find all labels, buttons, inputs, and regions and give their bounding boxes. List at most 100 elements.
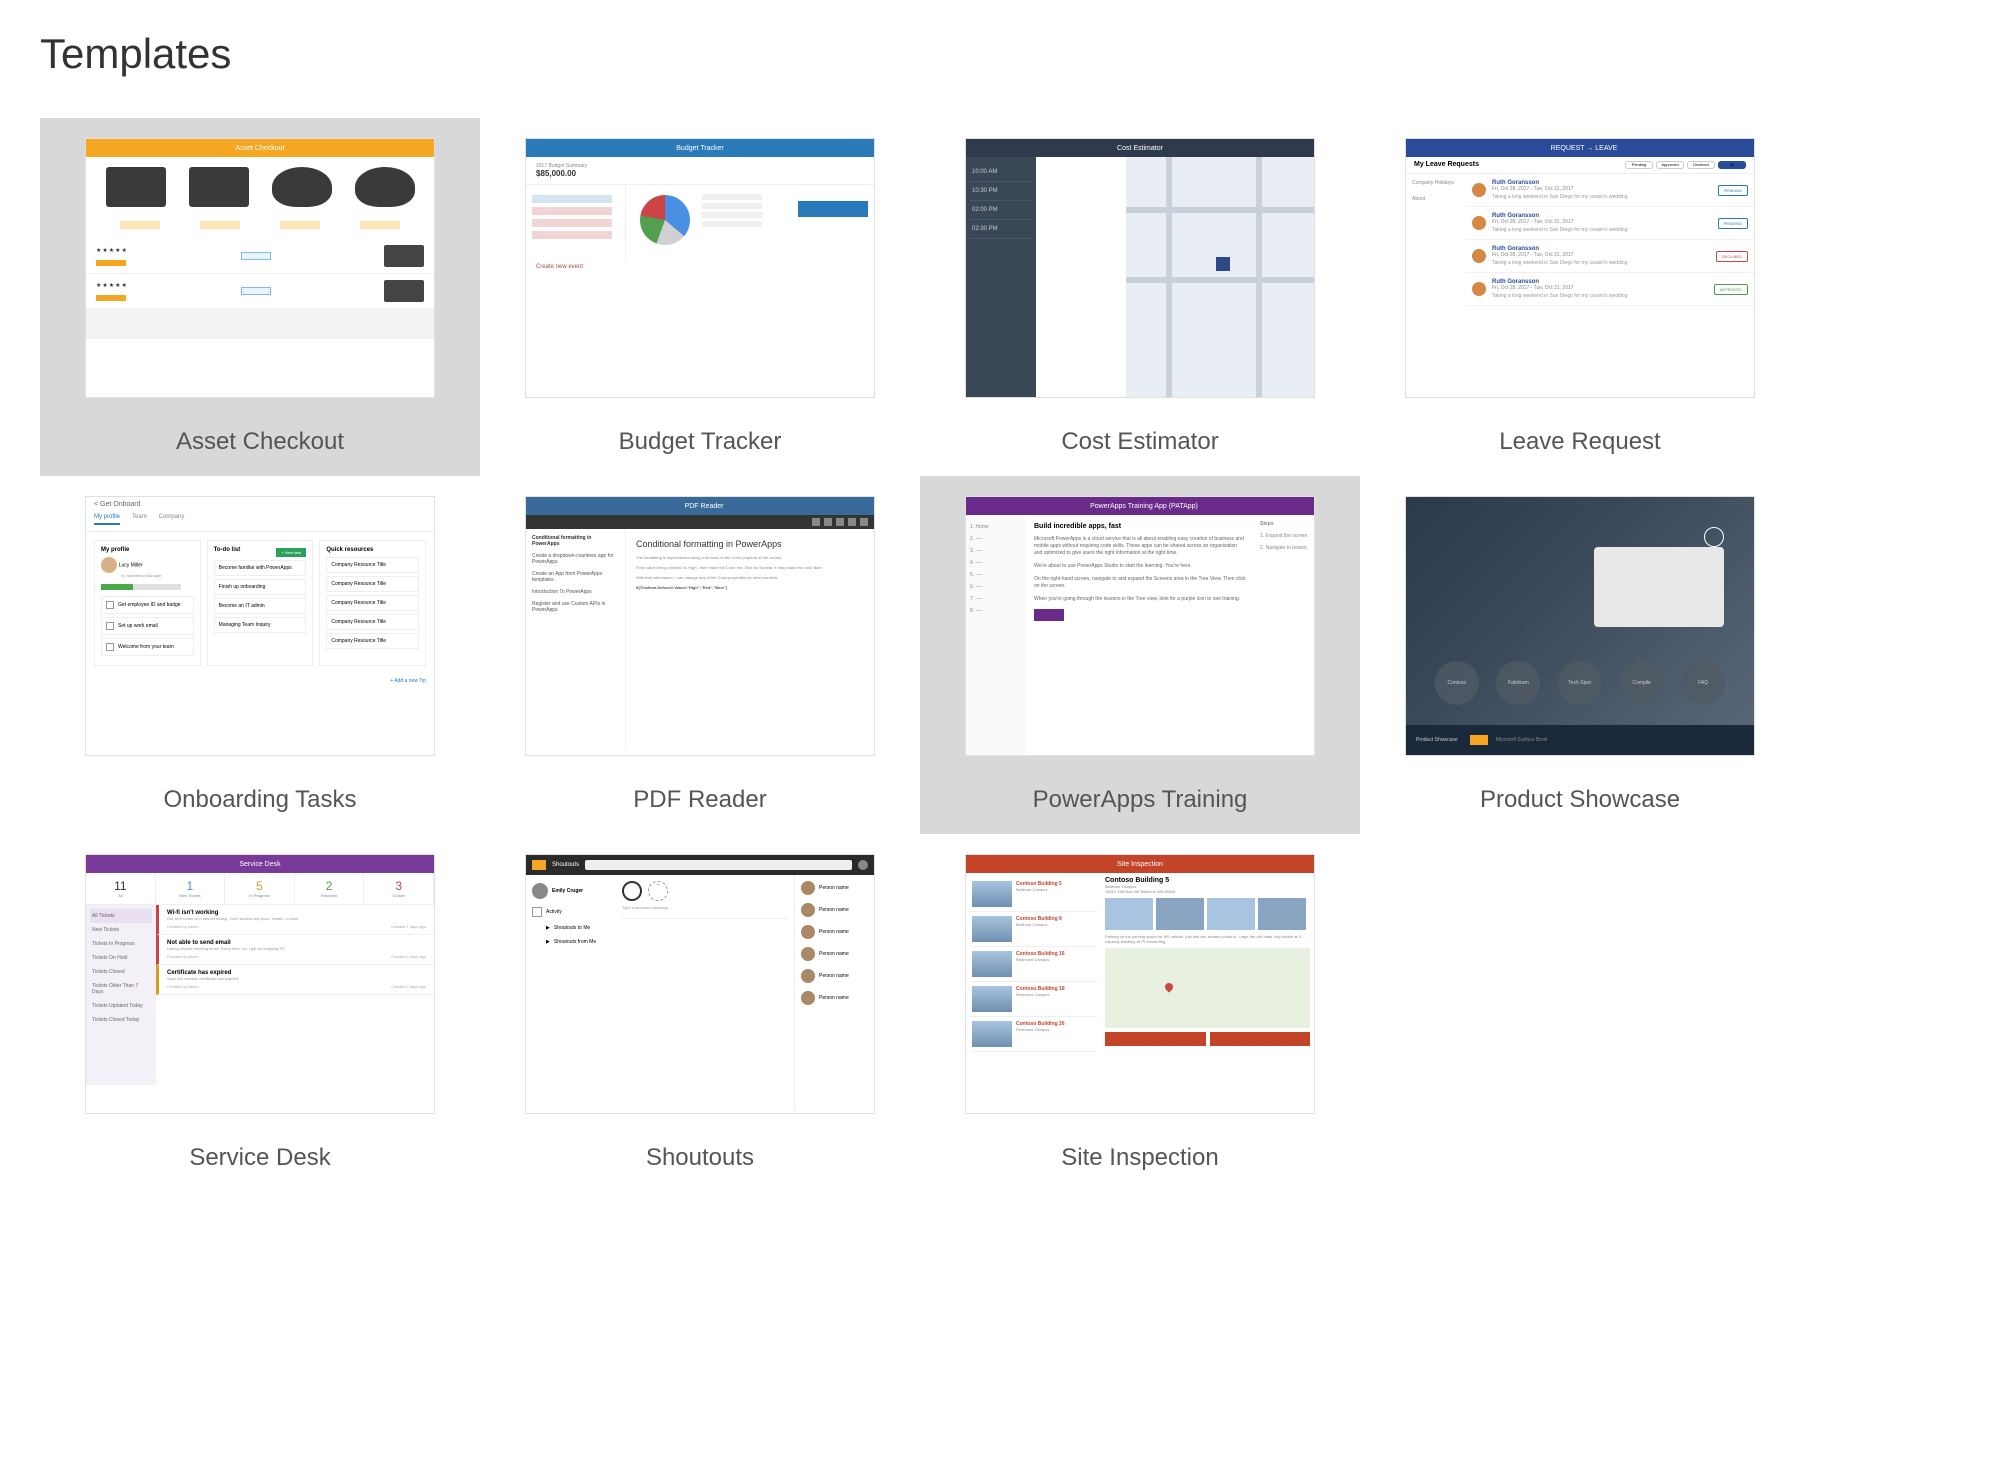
template-grid: Asset Checkout ★★★★★ xyxy=(40,118,1966,1192)
avatar xyxy=(1472,249,1486,263)
tab-company: Company xyxy=(159,514,185,525)
template-card-leave-request[interactable]: REQUEST → LEAVE My Leave Requests Pendin… xyxy=(1360,118,1800,476)
device-thumb xyxy=(384,280,424,302)
avatar xyxy=(101,557,117,573)
nav-item: 7. ---- xyxy=(970,593,1022,605)
template-card-budget-tracker[interactable]: Budget Tracker 2017 Budget Summary $85,0… xyxy=(480,118,920,476)
doc-item: Introduction To PowerApps xyxy=(532,589,619,595)
ticket-row: Not able to send emailHaving trouble sen… xyxy=(156,935,434,965)
thumbnail-onboarding: < Get Onboard My profile Team Company My… xyxy=(85,496,435,756)
template-card-powerapps-training[interactable]: PowerApps Training App (PATApp) 1. Home … xyxy=(920,476,1360,834)
template-label: PDF Reader xyxy=(633,786,766,814)
building-image xyxy=(972,1021,1012,1047)
device-image xyxy=(189,167,249,207)
step-item: 2. Navigate to lesson xyxy=(1260,545,1308,551)
lesson-content: Build incredible apps, fast Microsoft Po… xyxy=(1026,515,1254,755)
nav-circle: Tech Spec xyxy=(1558,661,1602,705)
person-item: Person name xyxy=(801,991,868,1005)
thumb-header: PowerApps Training App (PATApp) xyxy=(966,497,1314,515)
nav-item: 2. ---- xyxy=(970,533,1022,545)
doc-title: Conditional formatting in PowerApps xyxy=(636,539,864,549)
toolbar-icon xyxy=(860,518,868,526)
time-slot: 10:30 PM xyxy=(970,182,1032,201)
nav-circle: FAQ xyxy=(1681,661,1725,705)
building-item: Contoso Building 5Bellevue Campus xyxy=(970,877,1097,912)
star-rating: ★★★★★ xyxy=(96,282,128,289)
app-title: Shoutouts xyxy=(552,862,579,868)
lesson-title: Build incredible apps, fast xyxy=(1034,523,1246,530)
resource-item: Company Resource Title xyxy=(326,614,419,630)
panel-profile: My profile Lucy MillerSr. Marketing Mana… xyxy=(94,540,201,666)
template-card-product-showcase[interactable]: Contoso Fabrikam Tech Spec Compile FAQ P… xyxy=(1360,476,1800,834)
create-event-link: Create new event xyxy=(526,260,874,274)
template-card-shoutouts[interactable]: Shoutouts Emily Cruger Activity ▶ Shouto… xyxy=(480,834,920,1192)
template-label: Budget Tracker xyxy=(619,428,782,456)
person-name: Lucy Miller xyxy=(119,563,143,569)
document-list: Conditional formatting in PowerApps Crea… xyxy=(526,529,626,749)
request-desc: Taking a long weekend in San Diego for m… xyxy=(1492,293,1627,299)
building-item: Contoso Building 26Redmond Campus xyxy=(970,1017,1097,1052)
device-label xyxy=(360,221,400,229)
template-card-site-inspection[interactable]: Site Inspection Contoso Building 5Bellev… xyxy=(920,834,1360,1192)
stat-value: 5 xyxy=(227,879,292,893)
template-label: PowerApps Training xyxy=(1033,786,1248,814)
template-card-onboarding-tasks[interactable]: < Get Onboard My profile Team Company My… xyxy=(40,476,480,834)
template-card-service-desk[interactable]: Service Desk 11All 1New Tickets 5In Prog… xyxy=(40,834,480,1192)
device-image xyxy=(272,167,332,207)
filler xyxy=(86,309,434,339)
stat-label: Closed xyxy=(366,893,431,898)
date-range: Fri, Oct 28, 2017 - Tue, Oct 31, 2017 xyxy=(1492,219,1627,225)
project-item xyxy=(532,219,612,227)
toolbar-icon xyxy=(848,518,856,526)
document-view: Conditional formatting in PowerApps The … xyxy=(626,529,874,749)
add-tip-link: + Add a new Tip xyxy=(86,674,434,688)
action-button xyxy=(1105,1032,1206,1046)
doc-item: Register and use Custom APIs in PowerApp… xyxy=(532,601,619,613)
thumb-header: Budget Tracker xyxy=(526,139,874,157)
resource-item: Company Resource Title xyxy=(326,595,419,611)
template-card-pdf-reader[interactable]: PDF Reader Conditional formatting in Pow… xyxy=(480,476,920,834)
nav-item: Company Holidays xyxy=(1412,180,1460,186)
showcase-footer: Product Showcase Microsoft Surface Book xyxy=(1406,725,1754,755)
nav-circles: Contoso Fabrikam Tech Spec Compile FAQ xyxy=(1406,661,1754,705)
avatar xyxy=(1472,282,1486,296)
photo xyxy=(1105,898,1153,930)
building-image xyxy=(972,986,1012,1012)
steps-panel: Steps 1. Expand the screen 2. Navigate t… xyxy=(1254,515,1314,755)
thumbnail-service-desk: Service Desk 11All 1New Tickets 5In Prog… xyxy=(85,854,435,1114)
composer: + Type a shoutout message... xyxy=(622,881,788,919)
star-rating: ★★★★★ xyxy=(96,247,128,254)
nav-item: Tickets Older Than 7 Days xyxy=(90,979,152,999)
nav-circle: Contoso xyxy=(1435,661,1479,705)
stat-label: New Tickets xyxy=(158,893,223,898)
nav-item: 8. ---- xyxy=(970,605,1022,617)
tab-my-profile: My profile xyxy=(94,514,120,525)
stat-label: All xyxy=(88,893,153,898)
project-item xyxy=(532,195,612,203)
primary-button xyxy=(798,201,868,217)
stat-label: Resolved xyxy=(297,893,362,898)
page-title: Templates xyxy=(40,30,1966,78)
thumbnail-asset-checkout: Asset Checkout ★★★★★ xyxy=(85,138,435,398)
detail-column xyxy=(1036,157,1126,397)
nav-item: All Tickets xyxy=(90,909,152,923)
thumbnail-product-showcase: Contoso Fabrikam Tech Spec Compile FAQ P… xyxy=(1405,496,1755,756)
device-image xyxy=(106,167,166,207)
person-item: Person name xyxy=(801,925,868,939)
photo xyxy=(1258,898,1306,930)
app-title: < Get Onboard xyxy=(86,497,434,512)
thumb-header: Cost Estimator xyxy=(966,139,1314,157)
doc-item: Conditional formatting in PowerApps xyxy=(532,535,619,547)
building-image xyxy=(972,881,1012,907)
list-item: Become an IT admin xyxy=(214,598,307,614)
avatar xyxy=(801,925,815,939)
device-label xyxy=(200,221,240,229)
template-card-cost-estimator[interactable]: Cost Estimator 10:00 AM 10:30 PM 02:00 P… xyxy=(920,118,1360,476)
stat-value: 3 xyxy=(366,879,431,893)
ticket-nav: All Tickets New Tickets Tickets In Progr… xyxy=(86,905,156,1085)
building-list: Contoso Building 5Bellevue Campus Contos… xyxy=(966,873,1101,1113)
template-card-asset-checkout[interactable]: Asset Checkout ★★★★★ xyxy=(40,118,480,476)
device-label xyxy=(280,221,320,229)
footer-product: Microsoft Surface Book xyxy=(1496,737,1548,743)
tab-team: Team xyxy=(132,514,147,525)
